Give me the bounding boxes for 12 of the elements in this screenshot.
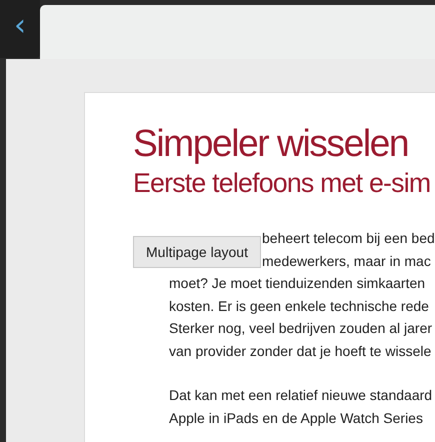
article-title: Simpeler wisselen — [133, 122, 408, 167]
text-line: moet? Je moet tienduizenden simkaarten — [169, 274, 426, 293]
article-subtitle: Eerste telefoons met e-sim — [133, 167, 430, 199]
text-line: Apple in iPads en de Apple Watch Series — [169, 408, 423, 428]
layout-button[interactable]: Multipage layout — [133, 236, 261, 268]
text-line: Dat kan met een relatief nieuwe standaard — [169, 386, 432, 405]
text-line: beheert telecom bij een bed — [262, 229, 435, 248]
text-line: van provider zonder dat je hoeft te wissele — [169, 342, 432, 361]
text-line: kosten. Er is geen enkele technische rede — [169, 296, 429, 316]
text-line: medewerkers, maar in mac — [262, 252, 431, 270]
text-line: Sterker nog, veel bedrijven zouden al jarer — [169, 319, 432, 338]
back-button[interactable]: ‹ — [0, 0, 40, 58]
